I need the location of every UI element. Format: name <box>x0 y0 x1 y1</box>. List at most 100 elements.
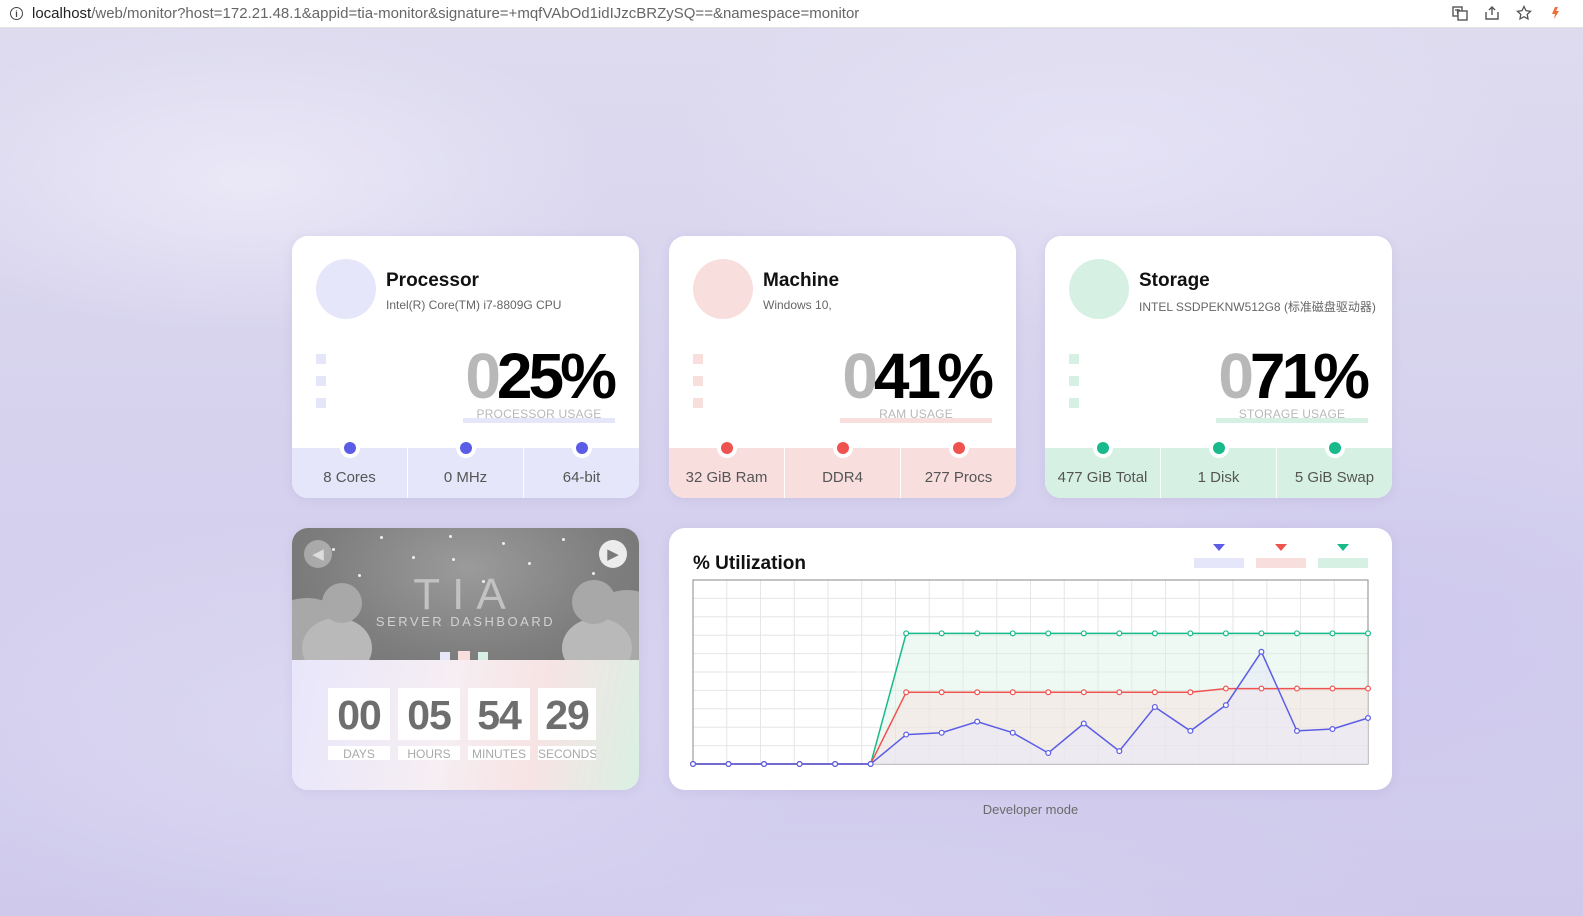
storage-card: Storage INTEL SSDPEKNW512G8 (标准磁盘驱动器) 07… <box>1045 236 1392 498</box>
developer-mode-note: Developer mode <box>982 802 1079 817</box>
storage-data-point <box>1045 630 1052 637</box>
machine-data-point <box>1258 685 1265 692</box>
carousel-dot[interactable] <box>440 652 450 660</box>
url-host: localhost <box>32 5 92 22</box>
machine-stat-procs: 277 Procs <box>901 438 1016 498</box>
processor-data-point <box>1187 727 1194 734</box>
storage-data-point <box>1151 630 1158 637</box>
translate-icon[interactable] <box>1451 4 1469 22</box>
storage-usage-label: STORAGE USAGE <box>1216 407 1368 423</box>
storage-stats: 477 GiB Total 1 Disk 5 GiB Swap <box>1045 438 1392 498</box>
storage-dots <box>1069 354 1079 420</box>
machine-data-point <box>938 689 945 696</box>
processor-data-point <box>1045 749 1052 756</box>
processor-usage-label: PROCESSOR USAGE <box>463 407 615 423</box>
storage-stat-disks: 1 Disk <box>1161 438 1277 498</box>
utilization-chart-card: % Utilization <box>669 528 1392 790</box>
counter-days: 00 DAYS <box>328 688 390 760</box>
machine-card: Machine Windows 10, 041% RAM USAGE 32 Gi… <box>669 236 1016 498</box>
uptime-counter-panel: 00 DAYS 05 HOURS 54 MINUTES 29 SECONDS <box>292 660 639 790</box>
processor-data-point <box>903 731 910 738</box>
processor-stat-arch: 64-bit <box>524 438 639 498</box>
machine-avatar <box>693 259 753 319</box>
machine-stat-ram-type: DDR4 <box>785 438 901 498</box>
processor-data-point <box>1364 715 1371 722</box>
processor-data-point <box>690 761 697 768</box>
processor-data-point <box>974 718 981 725</box>
url-field[interactable]: localhost/web/monitor?host=172.21.48.1&a… <box>32 5 859 22</box>
machine-stats: 32 GiB Ram DDR4 277 Procs <box>669 438 1016 498</box>
storage-title: Storage <box>1139 270 1210 291</box>
machine-data-point <box>903 689 910 696</box>
previous-button[interactable]: ◀ <box>304 540 332 568</box>
machine-data-point <box>1364 685 1371 692</box>
processor-data-point <box>867 761 874 768</box>
machine-data-point <box>974 689 981 696</box>
processor-avatar <box>316 259 376 319</box>
site-info-icon[interactable]: i <box>10 7 23 20</box>
utilization-chart <box>690 579 1371 768</box>
carousel-dot-active[interactable] <box>458 651 470 660</box>
storage-data-point <box>938 630 945 637</box>
extension-icon[interactable] <box>1547 4 1565 22</box>
processor-subtitle: Intel(R) Core(TM) i7-8809G CPU <box>386 298 562 312</box>
storage-data-point <box>1222 630 1229 637</box>
banner-subtitle: SERVER DASHBOARD <box>375 614 556 629</box>
processor-data-point <box>1009 729 1016 736</box>
next-button[interactable]: ▶ <box>599 540 627 568</box>
storage-data-point <box>1293 630 1300 637</box>
processor-dots <box>316 354 326 420</box>
machine-data-point <box>1293 685 1300 692</box>
storage-stat-total: 477 GiB Total <box>1045 438 1161 498</box>
processor-data-point <box>1116 748 1123 755</box>
storage-data-point <box>1009 630 1016 637</box>
storage-data-point <box>974 630 981 637</box>
processor-data-point <box>725 761 732 768</box>
machine-data-point <box>1116 689 1123 696</box>
storage-data-point <box>903 630 910 637</box>
machine-data-point <box>1329 685 1336 692</box>
machine-dots <box>693 354 703 420</box>
ram-usage-value: 041% <box>842 340 994 412</box>
machine-data-point <box>1009 689 1016 696</box>
machine-subtitle: Windows 10, <box>763 298 832 312</box>
processor-data-point <box>1293 727 1300 734</box>
processor-title: Processor <box>386 270 479 291</box>
storage-subtitle: INTEL SSDPEKNW512G8 (标准磁盘驱动器) <box>1139 300 1376 314</box>
counter-hours: 05 HOURS <box>398 688 460 760</box>
uptime-banner: ◀ ▶ TIA SERVER DASHBOARD <box>292 528 639 660</box>
processor-data-point <box>832 761 839 768</box>
storage-data-point <box>1258 630 1265 637</box>
storage-avatar <box>1069 259 1129 319</box>
storage-data-point <box>1329 630 1336 637</box>
processor-usage-value: 025% <box>465 340 617 412</box>
processor-data-point <box>938 729 945 736</box>
machine-data-point <box>1222 685 1229 692</box>
processor-data-point <box>796 761 803 768</box>
processor-data-point <box>1151 703 1158 710</box>
machine-data-point <box>1080 689 1087 696</box>
machine-data-point <box>1187 689 1194 696</box>
uptime-card: ◀ ▶ TIA SERVER DASHBOARD 00 DAYS 05 HOUR… <box>292 528 639 790</box>
storage-data-point <box>1116 630 1123 637</box>
processor-stat-cores: 8 Cores <box>292 438 408 498</box>
counter-minutes: 54 MINUTES <box>468 688 530 760</box>
bookmark-star-icon[interactable] <box>1515 4 1533 22</box>
processor-data-point <box>1222 702 1229 709</box>
ram-usage-label: RAM USAGE <box>840 407 992 423</box>
share-icon[interactable] <box>1483 4 1501 22</box>
storage-data-point <box>1364 630 1371 637</box>
processor-stat-frequency: 0 MHz <box>408 438 524 498</box>
processor-card: Processor Intel(R) Core(TM) i7-8809G CPU… <box>292 236 639 498</box>
storage-data-point <box>1187 630 1194 637</box>
machine-title: Machine <box>763 270 840 291</box>
processor-data-point <box>1258 648 1265 655</box>
play-icon: ▶ <box>607 546 619 563</box>
processor-stats: 8 Cores 0 MHz 64-bit <box>292 438 639 498</box>
machine-data-point <box>1151 689 1158 696</box>
storage-usage-value: 071% <box>1218 340 1370 412</box>
processor-data-point <box>1329 726 1336 733</box>
carousel-dot[interactable] <box>478 652 488 660</box>
counter-seconds: 29 SECONDS <box>538 688 596 760</box>
browser-address-bar[interactable]: i localhost/web/monitor?host=172.21.48.1… <box>0 0 1583 28</box>
